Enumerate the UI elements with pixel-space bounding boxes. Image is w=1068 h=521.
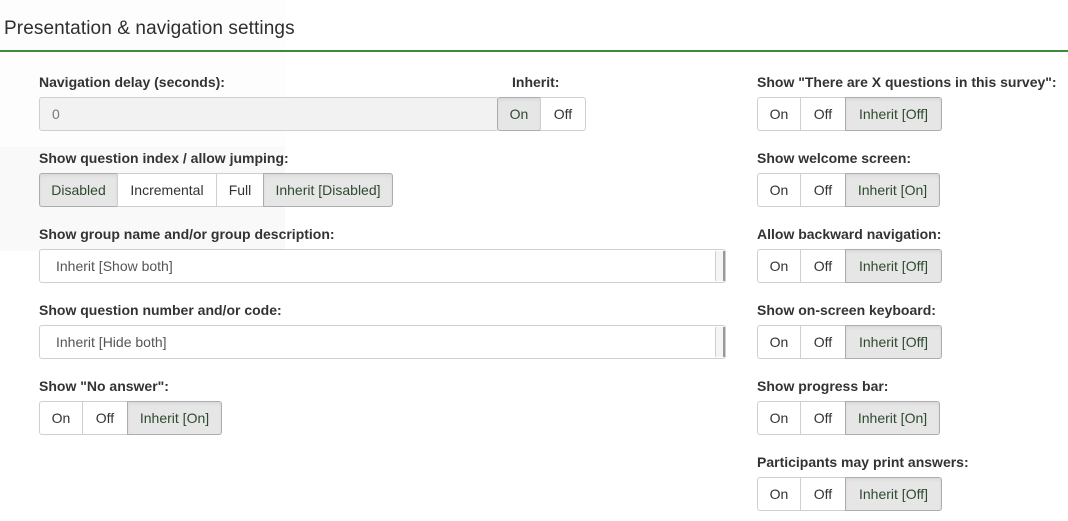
question-index-toggle-group: Disabled Incremental Full Inherit [Disab… <box>39 173 393 207</box>
inherit-label: Inherit: <box>512 74 560 90</box>
progress-bar-label: Show progress bar: <box>757 378 889 394</box>
x-questions-label: Show "There are X questions in this surv… <box>757 74 1057 90</box>
group-name-selected-value: Inherit [Show both] <box>56 258 173 274</box>
print-answers-label: Participants may print answers: <box>757 454 969 470</box>
question-index-incremental-button[interactable]: Incremental <box>117 173 217 207</box>
print-answers-off-button[interactable]: Off <box>800 477 846 511</box>
question-index-disabled-button[interactable]: Disabled <box>39 173 118 207</box>
navigation-delay-input[interactable]: 0 <box>39 97 499 131</box>
question-index-inherit-button[interactable]: Inherit [Disabled] <box>263 173 393 207</box>
no-answer-on-button[interactable]: On <box>39 401 83 435</box>
group-name-label: Show group name and/or group description… <box>39 226 335 242</box>
onscreen-keyboard-label: Show on-screen keyboard: <box>757 302 936 318</box>
panel-header: Presentation & navigation settings <box>0 0 1068 52</box>
no-answer-inherit-button[interactable]: Inherit [On] <box>127 401 222 435</box>
welcome-screen-off-button[interactable]: Off <box>800 173 846 207</box>
x-questions-off-button[interactable]: Off <box>800 97 846 131</box>
progress-bar-on-button[interactable]: On <box>757 401 801 435</box>
welcome-screen-on-button[interactable]: On <box>757 173 801 207</box>
group-name-select-handle[interactable] <box>715 251 725 281</box>
x-questions-toggle-group: On Off Inherit [Off] <box>757 97 942 131</box>
backward-navigation-on-button[interactable]: On <box>757 249 801 283</box>
x-questions-on-button[interactable]: On <box>757 97 801 131</box>
page-title: Presentation & navigation settings <box>4 18 295 39</box>
welcome-screen-label: Show welcome screen: <box>757 150 912 166</box>
question-number-label: Show question number and/or code: <box>39 302 282 318</box>
print-answers-on-button[interactable]: On <box>757 477 801 511</box>
progress-bar-toggle-group: On Off Inherit [On] <box>757 401 940 435</box>
backward-navigation-off-button[interactable]: Off <box>800 249 846 283</box>
welcome-screen-inherit-button[interactable]: Inherit [On] <box>845 173 940 207</box>
x-questions-inherit-button[interactable]: Inherit [Off] <box>845 97 942 131</box>
print-answers-toggle-group: On Off Inherit [Off] <box>757 477 942 511</box>
no-answer-off-button[interactable]: Off <box>82 401 128 435</box>
question-number-selected-value: Inherit [Hide both] <box>56 334 167 350</box>
onscreen-keyboard-toggle-group: On Off Inherit [Off] <box>757 325 942 359</box>
onscreen-keyboard-inherit-button[interactable]: Inherit [Off] <box>845 325 942 359</box>
question-index-full-button[interactable]: Full <box>216 173 264 207</box>
question-index-label: Show question index / allow jumping: <box>39 150 289 166</box>
welcome-screen-toggle-group: On Off Inherit [On] <box>757 173 940 207</box>
no-answer-label: Show "No answer": <box>39 378 169 394</box>
question-number-select-handle[interactable] <box>715 327 725 357</box>
backward-navigation-label: Allow backward navigation: <box>757 226 942 242</box>
backward-navigation-toggle-group: On Off Inherit [Off] <box>757 249 942 283</box>
inherit-on-button[interactable]: On <box>497 97 541 131</box>
progress-bar-inherit-button[interactable]: Inherit [On] <box>845 401 940 435</box>
group-name-select[interactable]: Inherit [Show both] <box>39 249 726 283</box>
question-number-select[interactable]: Inherit [Hide both] <box>39 325 726 359</box>
onscreen-keyboard-on-button[interactable]: On <box>757 325 801 359</box>
onscreen-keyboard-off-button[interactable]: Off <box>800 325 846 359</box>
print-answers-inherit-button[interactable]: Inherit [Off] <box>845 477 942 511</box>
progress-bar-off-button[interactable]: Off <box>800 401 846 435</box>
navigation-delay-label: Navigation delay (seconds): <box>39 74 225 90</box>
no-answer-toggle-group: On Off Inherit [On] <box>39 401 222 435</box>
backward-navigation-inherit-button[interactable]: Inherit [Off] <box>845 249 942 283</box>
inherit-toggle-group: On Off <box>497 97 586 131</box>
inherit-off-button[interactable]: Off <box>540 97 586 131</box>
